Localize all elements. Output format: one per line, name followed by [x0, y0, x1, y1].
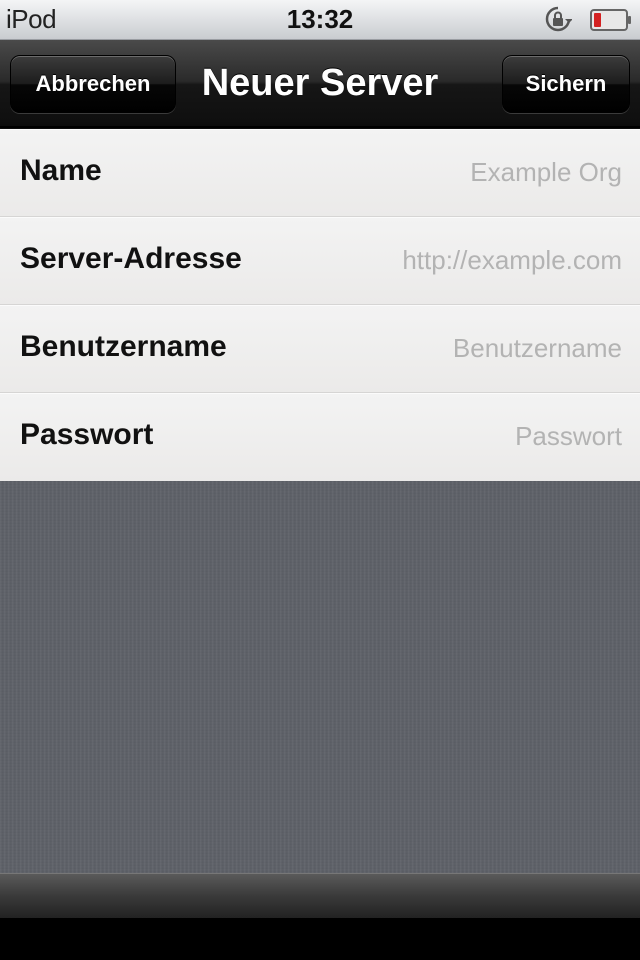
- cancel-button[interactable]: Abbrechen: [10, 55, 176, 113]
- password-field[interactable]: [322, 416, 622, 456]
- form-row-server-address[interactable]: Server-Adresse: [0, 217, 640, 305]
- server-address-label: Server-Adresse: [20, 242, 242, 275]
- save-button[interactable]: Sichern: [502, 55, 630, 113]
- bottom-bezel: [0, 918, 640, 960]
- rotation-lock-icon: [545, 6, 572, 32]
- form-row-username[interactable]: Benutzername: [0, 305, 640, 393]
- password-label: Passwort: [20, 418, 154, 451]
- form-row-password[interactable]: Passwort: [0, 393, 640, 481]
- linen-background: [0, 481, 640, 873]
- page-title: Neuer Server: [201, 62, 439, 104]
- username-field[interactable]: [322, 328, 622, 368]
- battery-icon: [590, 9, 631, 31]
- server-form: Name Server-Adresse Benutzername Passwor…: [0, 129, 640, 481]
- status-bar: iPod 13:32: [0, 0, 640, 40]
- server-address-field[interactable]: [322, 240, 622, 280]
- bottom-toolbar: [0, 873, 640, 918]
- form-row-name[interactable]: Name: [0, 129, 640, 217]
- name-label: Name: [20, 154, 102, 187]
- username-label: Benutzername: [20, 330, 227, 363]
- name-field[interactable]: [322, 152, 622, 192]
- navigation-bar: Abbrechen Neuer Server Sichern: [0, 40, 640, 128]
